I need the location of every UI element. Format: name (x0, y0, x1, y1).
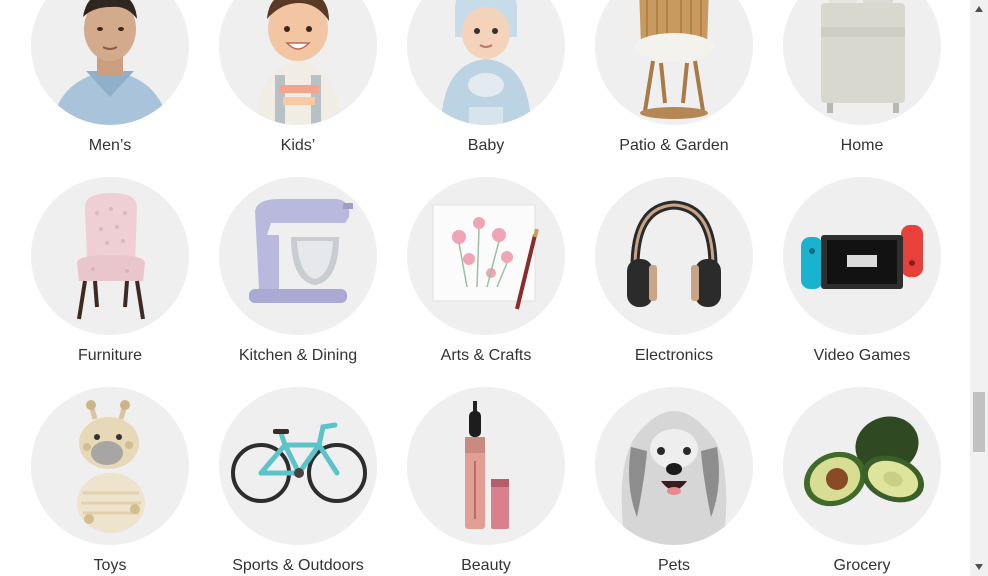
category-label: Patio & Garden (619, 137, 729, 154)
avocado-icon (783, 387, 941, 545)
category-label: Arts & Crafts (440, 347, 532, 364)
vertical-scrollbar[interactable] (970, 0, 988, 576)
baby-icon (407, 0, 565, 125)
category-label: Grocery (833, 557, 891, 574)
category-mens[interactable]: Men’s (16, 0, 204, 167)
category-electronics[interactable]: Electronics (580, 177, 768, 377)
category-label: Kitchen & Dining (238, 347, 358, 364)
category-pets[interactable]: Pets (580, 387, 768, 576)
category-arts-crafts[interactable]: Arts & Crafts (392, 177, 580, 377)
category-label: Men’s (88, 137, 132, 154)
category-baby[interactable]: Baby (392, 0, 580, 167)
mascara-icon (407, 387, 565, 545)
game-console-icon (783, 177, 941, 335)
kids-icon (219, 0, 377, 125)
giraffe-plush-icon (31, 387, 189, 545)
category-label: Beauty (461, 557, 511, 574)
category-patio-garden[interactable]: Patio & Garden (580, 0, 768, 167)
bicycle-icon (219, 387, 377, 545)
category-beauty[interactable]: Beauty (392, 387, 580, 576)
category-kids[interactable]: Kids’ (204, 0, 392, 167)
category-sports-outdoors[interactable]: Sports & Outdoors (204, 387, 392, 576)
category-toys[interactable]: Toys (16, 387, 204, 576)
category-label: Pets (657, 557, 690, 574)
scrollbar-thumb[interactable] (973, 392, 985, 452)
stand-mixer-icon (219, 177, 377, 335)
headphones-icon (595, 177, 753, 335)
category-furniture[interactable]: Furniture (16, 177, 204, 377)
chair-icon (31, 177, 189, 335)
category-label: Baby (467, 137, 505, 154)
dog-icon (595, 387, 753, 545)
category-label: Furniture (77, 347, 143, 364)
category-label: Kids’ (280, 137, 316, 154)
painting-icon (407, 177, 565, 335)
category-label: Video Games (813, 347, 911, 364)
category-label: Sports & Outdoors (232, 557, 364, 574)
scroll-down-arrow-icon[interactable] (970, 558, 988, 576)
category-kitchen-dining[interactable]: Kitchen & Dining (204, 177, 392, 377)
patio-chair-icon (595, 0, 753, 125)
category-label: Toys (93, 557, 127, 574)
category-label: Electronics (634, 347, 714, 364)
category-grid: Men’s Kids’ Baby Patio & Garden Home Fur… (0, 0, 970, 576)
category-home[interactable]: Home (768, 0, 956, 167)
category-label: Home (840, 137, 884, 154)
category-grocery[interactable]: Grocery (768, 387, 956, 576)
category-video-games[interactable]: Video Games (768, 177, 956, 377)
mens-icon (31, 0, 189, 125)
scroll-up-arrow-icon[interactable] (970, 0, 988, 18)
bedding-icon (783, 0, 941, 125)
